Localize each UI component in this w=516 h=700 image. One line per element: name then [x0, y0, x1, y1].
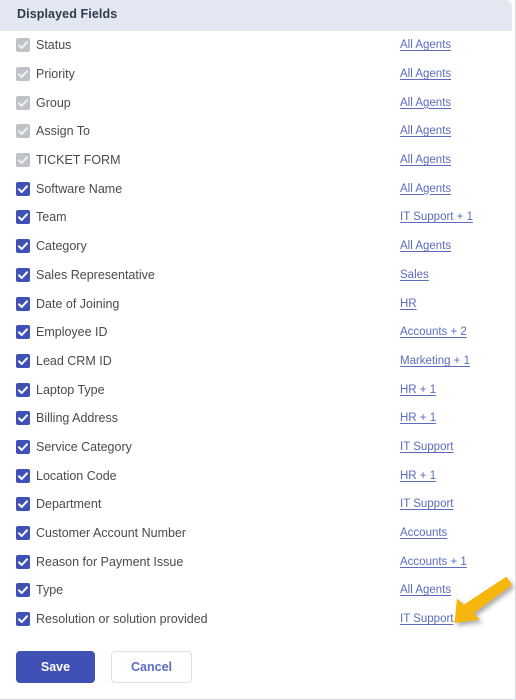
checkbox[interactable]: [16, 382, 30, 397]
field-row: Group All Agents: [0, 88, 515, 117]
checkbox-locked: [16, 124, 30, 139]
footer-actions: Save Cancel: [0, 651, 515, 691]
field-label: Billing Address: [36, 411, 118, 426]
field-row: TICKET FORM All Agents: [0, 146, 515, 175]
field-label: Type: [36, 583, 64, 598]
field-row: Laptop Type HR + 1: [0, 375, 515, 404]
field-row: Status All Agents: [0, 31, 515, 60]
agent-visibility-link[interactable]: HR + 1: [400, 384, 436, 396]
field-label: Customer Account Number: [36, 526, 187, 541]
field-row: Employee ID Accounts + 2: [0, 318, 515, 347]
checkbox[interactable]: [16, 210, 30, 225]
field-row: Sales Representative Sales: [0, 261, 515, 290]
checkbox[interactable]: [16, 296, 30, 311]
field-label: Priority: [36, 67, 75, 82]
checkbox[interactable]: [16, 554, 30, 569]
agent-visibility-link[interactable]: All Agents: [400, 125, 451, 137]
field-label: Resolution or solution provided: [36, 612, 208, 627]
field-row: Location Code HR + 1: [0, 461, 515, 490]
agent-visibility-link[interactable]: All Agents: [400, 68, 451, 80]
field-row: Type All Agents: [0, 576, 515, 605]
checkbox[interactable]: [16, 612, 30, 627]
field-row: Category All Agents: [0, 232, 515, 261]
checkbox[interactable]: [16, 325, 30, 340]
agent-visibility-link[interactable]: Accounts + 1: [400, 556, 467, 568]
displayed-fields-panel: Displayed Fields Status All Agents Priorit…: [0, 0, 516, 700]
field-label: Status: [36, 38, 72, 53]
field-label: TICKET FORM: [36, 153, 121, 168]
agent-visibility-link[interactable]: IT Support + 1: [400, 211, 473, 223]
agent-visibility-link[interactable]: All Agents: [400, 39, 451, 51]
field-row: Priority All Agents: [0, 60, 515, 89]
agent-visibility-link[interactable]: HR + 1: [400, 470, 436, 482]
agent-visibility-link[interactable]: HR: [400, 298, 417, 310]
field-row: Assign To All Agents: [0, 117, 515, 146]
field-label: Sales Representative: [36, 267, 155, 282]
field-row: Service Category IT Support: [0, 433, 515, 462]
save-button[interactable]: Save: [16, 651, 95, 683]
field-label: Software Name: [36, 181, 123, 196]
checkbox-locked: [16, 153, 30, 168]
agent-visibility-link[interactable]: Accounts: [400, 527, 447, 539]
field-label: Lead CRM ID: [36, 353, 112, 368]
panel-header: Displayed Fields: [0, 0, 512, 31]
field-row: Software Name All Agents: [0, 174, 515, 203]
agent-visibility-link[interactable]: All Agents: [400, 240, 451, 252]
agent-visibility-link[interactable]: Marketing + 1: [400, 355, 470, 367]
field-label: Laptop Type: [36, 382, 105, 397]
checkbox[interactable]: [16, 411, 30, 426]
agent-visibility-link[interactable]: All Agents: [400, 183, 451, 195]
page-title: Displayed Fields: [17, 7, 118, 21]
checkbox[interactable]: [16, 181, 30, 196]
field-label: Employee ID: [36, 325, 108, 340]
checkbox[interactable]: [16, 468, 30, 483]
agent-visibility-link[interactable]: All Agents: [400, 97, 451, 109]
field-row: Billing Address HR + 1: [0, 404, 515, 433]
agent-visibility-link[interactable]: IT Support: [400, 498, 454, 510]
checkbox[interactable]: [16, 353, 30, 368]
checkbox[interactable]: [16, 583, 30, 598]
agent-visibility-link[interactable]: IT Support: [400, 441, 454, 453]
field-label: Reason for Payment Issue: [36, 554, 184, 569]
field-label: Category: [36, 239, 87, 254]
agent-visibility-link[interactable]: All Agents: [400, 584, 451, 596]
cancel-button[interactable]: Cancel: [111, 651, 192, 683]
checkbox-locked: [16, 67, 30, 82]
agent-visibility-link[interactable]: All Agents: [400, 154, 451, 166]
field-label: Department: [36, 497, 102, 512]
checkbox[interactable]: [16, 526, 30, 541]
field-row: Reason for Payment Issue Accounts + 1: [0, 547, 515, 576]
field-label: Group: [36, 95, 71, 110]
field-row: Lead CRM ID Marketing + 1: [0, 347, 515, 376]
field-row: Department IT Support: [0, 490, 515, 519]
agent-visibility-link[interactable]: IT Support: [400, 613, 454, 625]
checkbox[interactable]: [16, 439, 30, 454]
field-row: Date of Joining HR: [0, 289, 515, 318]
field-label: Assign To: [36, 124, 90, 139]
field-row: Customer Account Number Accounts: [0, 519, 515, 548]
field-list: Status All Agents Priority All Agents Group A…: [0, 31, 515, 634]
field-label: Location Code: [36, 468, 117, 483]
checkbox-locked: [16, 38, 30, 53]
field-label: Date of Joining: [36, 296, 120, 311]
checkbox[interactable]: [16, 267, 30, 282]
checkbox-locked: [16, 95, 30, 110]
agent-visibility-link[interactable]: Sales: [400, 269, 429, 281]
field-label: Service Category: [36, 439, 132, 454]
agent-visibility-link[interactable]: HR + 1: [400, 412, 436, 424]
field-label: Team: [36, 210, 67, 225]
checkbox[interactable]: [16, 239, 30, 254]
field-row: Team IT Support + 1: [0, 203, 515, 232]
field-row: Resolution or solution provided IT Suppor…: [0, 605, 515, 634]
agent-visibility-link[interactable]: Accounts + 2: [400, 326, 467, 338]
checkbox[interactable]: [16, 497, 30, 512]
